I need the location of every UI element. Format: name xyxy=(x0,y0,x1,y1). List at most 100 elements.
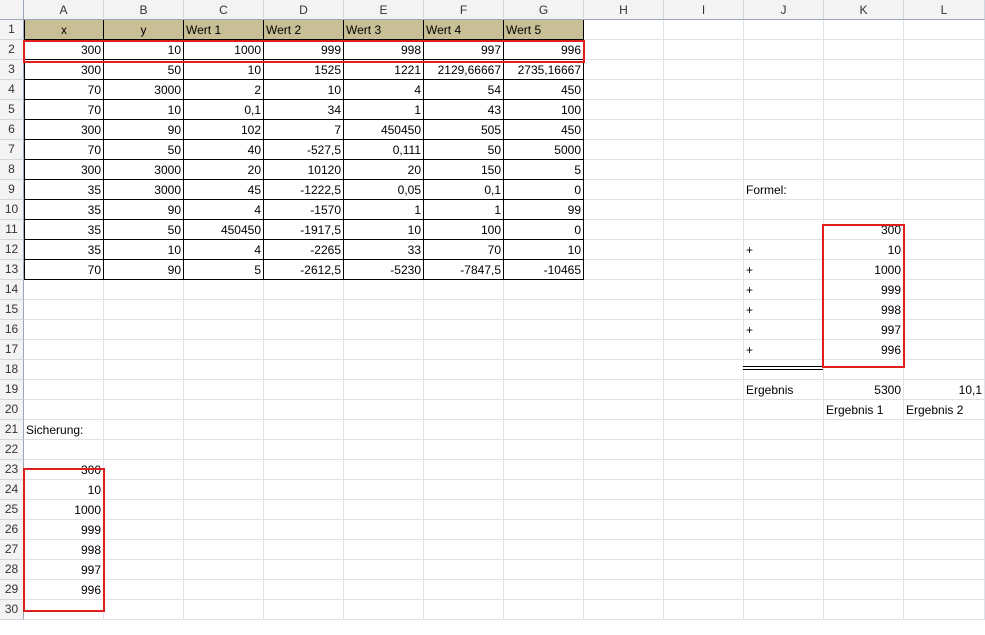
grid-cell[interactable] xyxy=(344,520,424,540)
grid-cell[interactable] xyxy=(904,20,985,40)
table-cell[interactable]: 1525 xyxy=(264,60,344,80)
grid-cell[interactable] xyxy=(824,120,904,140)
formula-operator[interactable]: + xyxy=(744,280,824,300)
grid-cell[interactable] xyxy=(264,600,344,620)
grid-cell[interactable] xyxy=(184,480,264,500)
row-header-20[interactable]: 20 xyxy=(0,400,24,420)
result-label[interactable]: Ergebnis xyxy=(744,380,824,400)
table-cell[interactable]: -2265 xyxy=(264,240,344,260)
grid-cell[interactable] xyxy=(904,120,985,140)
grid-cell[interactable] xyxy=(904,420,985,440)
row-header-5[interactable]: 5 xyxy=(0,100,24,120)
table-cell[interactable]: 3000 xyxy=(104,160,184,180)
table-cell[interactable]: 10 xyxy=(504,240,584,260)
grid-cell[interactable] xyxy=(664,340,744,360)
grid-cell[interactable] xyxy=(104,440,184,460)
grid-cell[interactable] xyxy=(584,480,664,500)
grid-cell[interactable] xyxy=(744,420,824,440)
table-cell[interactable]: 90 xyxy=(104,120,184,140)
row-header-3[interactable]: 3 xyxy=(0,60,24,80)
grid-cell[interactable] xyxy=(664,520,744,540)
grid-cell[interactable] xyxy=(264,300,344,320)
grid-cell[interactable] xyxy=(744,20,824,40)
grid-cell[interactable] xyxy=(264,580,344,600)
table-cell[interactable]: 4 xyxy=(344,80,424,100)
grid-cell[interactable] xyxy=(744,120,824,140)
grid-cell[interactable] xyxy=(584,460,664,480)
table-cell[interactable]: 150 xyxy=(424,160,504,180)
grid-cell[interactable] xyxy=(824,40,904,60)
table-cell[interactable]: 300 xyxy=(24,60,104,80)
table-cell[interactable]: 1221 xyxy=(344,60,424,80)
grid-cell[interactable] xyxy=(344,280,424,300)
grid-cell[interactable] xyxy=(584,580,664,600)
grid-cell[interactable] xyxy=(664,280,744,300)
grid-cell[interactable] xyxy=(584,540,664,560)
col-header-e[interactable]: E xyxy=(344,0,424,20)
grid-cell[interactable] xyxy=(24,280,104,300)
grid-cell[interactable] xyxy=(344,300,424,320)
grid-cell[interactable] xyxy=(184,460,264,480)
table-cell[interactable]: -7847,5 xyxy=(424,260,504,280)
row-header-13[interactable]: 13 xyxy=(0,260,24,280)
grid-cell[interactable] xyxy=(264,540,344,560)
grid-cell[interactable] xyxy=(264,440,344,460)
table-cell[interactable]: 7 xyxy=(264,120,344,140)
table-cell[interactable]: 2 xyxy=(184,80,264,100)
formula-operator[interactable]: + xyxy=(744,300,824,320)
col-header-h[interactable]: H xyxy=(584,0,664,20)
grid-cell[interactable] xyxy=(584,180,664,200)
grid-cell[interactable] xyxy=(184,400,264,420)
grid-cell[interactable] xyxy=(744,480,824,500)
table-cell[interactable]: 10 xyxy=(264,80,344,100)
grid-cell[interactable] xyxy=(744,40,824,60)
grid-cell[interactable] xyxy=(104,540,184,560)
table-cell[interactable]: 300 xyxy=(24,160,104,180)
grid-cell[interactable] xyxy=(184,420,264,440)
formula-value[interactable]: 999 xyxy=(824,280,904,300)
grid-cell[interactable] xyxy=(24,440,104,460)
table-cell[interactable]: 450450 xyxy=(344,120,424,140)
grid-cell[interactable] xyxy=(104,340,184,360)
row-header-16[interactable]: 16 xyxy=(0,320,24,340)
grid-cell[interactable] xyxy=(24,320,104,340)
grid-cell[interactable] xyxy=(104,280,184,300)
table-cell[interactable]: 4 xyxy=(184,200,264,220)
table-cell[interactable]: 10120 xyxy=(264,160,344,180)
grid-cell[interactable] xyxy=(104,320,184,340)
grid-cell[interactable] xyxy=(424,500,504,520)
grid-cell[interactable] xyxy=(104,480,184,500)
grid-cell[interactable] xyxy=(104,500,184,520)
grid-cell[interactable] xyxy=(744,520,824,540)
grid-cell[interactable] xyxy=(744,580,824,600)
grid-cell[interactable] xyxy=(424,460,504,480)
grid-cell[interactable] xyxy=(264,460,344,480)
header-cell-wert1[interactable]: Wert 1 xyxy=(184,20,264,40)
table-cell[interactable]: 5 xyxy=(504,160,584,180)
grid-cell[interactable] xyxy=(584,80,664,100)
grid-cell[interactable] xyxy=(184,280,264,300)
grid-cell[interactable] xyxy=(584,340,664,360)
grid-cell[interactable] xyxy=(504,540,584,560)
table-cell[interactable]: 5000 xyxy=(504,140,584,160)
table-cell[interactable]: -10465 xyxy=(504,260,584,280)
grid-cell[interactable] xyxy=(504,320,584,340)
result-1-caption[interactable]: Ergebnis 1 xyxy=(824,400,904,420)
formula-operator[interactable] xyxy=(744,220,824,240)
grid-cell[interactable] xyxy=(584,200,664,220)
grid-cell[interactable] xyxy=(584,440,664,460)
grid-cell[interactable] xyxy=(744,100,824,120)
table-cell[interactable]: 505 xyxy=(424,120,504,140)
grid-cell[interactable] xyxy=(904,300,985,320)
grid-cell[interactable] xyxy=(904,100,985,120)
table-cell[interactable]: 35 xyxy=(24,200,104,220)
grid-cell[interactable] xyxy=(664,320,744,340)
grid-cell[interactable] xyxy=(584,300,664,320)
grid-cell[interactable] xyxy=(824,160,904,180)
grid-cell[interactable] xyxy=(664,220,744,240)
table-cell[interactable]: 996 xyxy=(504,40,584,60)
formula-operator[interactable]: + xyxy=(744,320,824,340)
backup-label[interactable]: Sicherung: xyxy=(24,420,104,440)
row-header-11[interactable]: 11 xyxy=(0,220,24,240)
grid-cell[interactable] xyxy=(584,520,664,540)
